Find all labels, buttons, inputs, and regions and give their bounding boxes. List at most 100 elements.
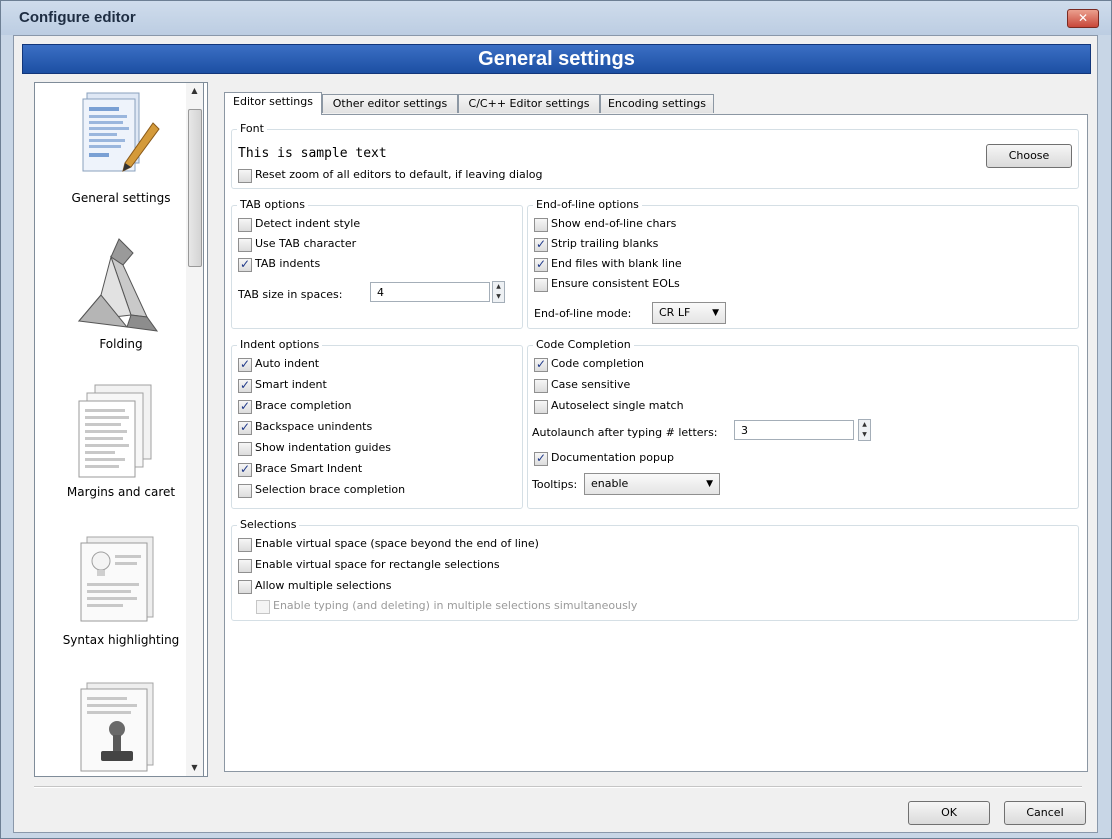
stamp-document-icon: [80, 682, 154, 772]
sidebar-item-label: General settings: [71, 191, 171, 205]
font-sample-text: This is sample text: [238, 146, 387, 161]
check-icon: ✓: [240, 462, 251, 476]
title-bar[interactable]: Configure editor ✕: [1, 1, 1111, 35]
check-icon: ✓: [536, 451, 547, 465]
dialog-client-area: General settings General settings Foldin…: [13, 35, 1098, 833]
tab-encoding-settings[interactable]: Encoding settings: [600, 94, 714, 113]
check-icon: ✓: [536, 237, 547, 251]
scroll-thumb[interactable]: [188, 109, 202, 267]
checkbox-label: Backspace unindents: [255, 420, 373, 433]
checkbox-box[interactable]: [238, 238, 252, 252]
page-title: General settings: [22, 44, 1091, 74]
checkbox-box[interactable]: [534, 278, 548, 292]
tab-cpp-editor-settings[interactable]: C/C++ Editor settings: [458, 94, 600, 113]
indent-options-group: Indent options ✓ Auto indent ✓ Smart ind…: [231, 338, 523, 509]
chevron-down-icon: ▼: [712, 308, 719, 318]
checkbox-label: Case sensitive: [551, 378, 631, 391]
autolaunch-stepper[interactable]: ▲ ▼: [858, 419, 871, 441]
group-title: Indent options: [237, 338, 323, 351]
spin-up-icon[interactable]: ▲: [493, 282, 504, 292]
checkbox-label: End files with blank line: [551, 257, 682, 270]
sidebar-item-margins-and-caret[interactable]: Margins and caret: [35, 381, 207, 527]
tab-editor-settings[interactable]: Editor settings: [224, 92, 322, 115]
scroll-down-icon[interactable]: ▼: [186, 760, 203, 776]
checkbox-box[interactable]: ✓: [238, 420, 252, 435]
checkbox-label: Brace completion: [255, 399, 352, 412]
checkbox-box[interactable]: [534, 400, 548, 414]
sidebar-item-general-settings[interactable]: General settings: [35, 85, 207, 231]
tooltips-label: Tooltips:: [532, 478, 578, 491]
checkbox-box[interactable]: [238, 580, 252, 594]
category-scrollbar[interactable]: ▲ ▼: [186, 82, 204, 777]
tab-size-stepper[interactable]: ▲ ▼: [492, 281, 505, 303]
checkbox-box[interactable]: [238, 442, 252, 456]
category-list[interactable]: General settings Folding Margins and car…: [34, 82, 208, 777]
checkbox-label: Auto indent: [255, 357, 320, 370]
close-icon: ✕: [1077, 11, 1089, 25]
checkbox-label: Enable typing (and deleting) in multiple…: [273, 599, 638, 612]
checkbox-box[interactable]: [238, 169, 252, 183]
eol-mode-select[interactable]: CR LF ▼: [652, 302, 726, 324]
checkbox-box[interactable]: [534, 218, 548, 232]
checkbox-box[interactable]: ✓: [238, 462, 252, 477]
code-completion-group: Code Completion ✓ Code completion Case s…: [527, 338, 1079, 509]
spin-up-icon[interactable]: ▲: [859, 420, 870, 430]
tab-size-input[interactable]: 4: [370, 282, 490, 302]
checkbox-box: [256, 600, 270, 614]
sidebar-item-syntax-highlighting[interactable]: Syntax highlighting: [35, 529, 207, 675]
checkbox-box[interactable]: ✓: [534, 357, 548, 372]
checkbox-box[interactable]: [534, 379, 548, 393]
checkbox-box[interactable]: ✓: [534, 257, 548, 272]
tab-other-editor-settings[interactable]: Other editor settings: [322, 94, 458, 113]
choose-font-button[interactable]: Choose: [986, 144, 1072, 168]
tooltips-select[interactable]: enable ▼: [584, 473, 720, 495]
checkbox-label: Ensure consistent EOLs: [551, 277, 680, 290]
sidebar-item-folding[interactable]: Folding: [35, 233, 207, 379]
checkbox-box[interactable]: [238, 559, 252, 573]
check-icon: ✓: [536, 357, 547, 371]
checkbox-label: Detect indent style: [255, 217, 361, 230]
autolaunch-input[interactable]: 3: [734, 420, 854, 440]
sidebar-item-stamp[interactable]: [35, 677, 207, 776]
checkbox-box[interactable]: [238, 218, 252, 232]
lightbulb-document-icon: [80, 536, 154, 622]
document-stack-icon: [78, 384, 152, 478]
check-icon: ✓: [240, 378, 251, 392]
document-pencil-icon: [82, 92, 160, 172]
checkbox-box[interactable]: [238, 484, 252, 498]
group-title: Font: [237, 122, 267, 135]
checkbox-box[interactable]: ✓: [238, 399, 252, 414]
checkbox-label: Use TAB character: [255, 237, 357, 250]
checkbox-label: TAB indents: [255, 257, 321, 270]
check-icon: ✓: [240, 399, 251, 413]
check-icon: ✓: [240, 257, 251, 271]
checkbox-box[interactable]: ✓: [238, 257, 252, 272]
checkbox-box[interactable]: ✓: [238, 357, 252, 372]
checkbox-box[interactable]: ✓: [534, 237, 548, 252]
sidebar-item-label: Folding: [99, 337, 143, 351]
spin-down-icon[interactable]: ▼: [859, 430, 870, 440]
checkbox-label: Code completion: [551, 357, 645, 370]
checkbox-label: Smart indent: [255, 378, 327, 391]
ok-button[interactable]: OK: [908, 801, 990, 825]
group-title: End-of-line options: [533, 198, 642, 211]
checkbox-label: Selection brace completion: [255, 483, 406, 496]
checkbox-box[interactable]: ✓: [534, 451, 548, 466]
window-title: Configure editor: [19, 9, 136, 26]
footer-divider: [34, 786, 1082, 788]
tab-size-label: TAB size in spaces:: [238, 288, 343, 301]
checkbox-box[interactable]: [238, 538, 252, 552]
checkbox-label: Show indentation guides: [255, 441, 392, 454]
check-icon: ✓: [240, 420, 251, 434]
eol-options-group: End-of-line options Show end-of-line cha…: [527, 198, 1079, 329]
close-button[interactable]: ✕: [1067, 9, 1099, 28]
checkbox-box[interactable]: ✓: [238, 378, 252, 393]
cancel-button[interactable]: Cancel: [1004, 801, 1086, 825]
checkbox-label: Documentation popup: [551, 451, 674, 464]
chevron-down-icon: ▼: [706, 479, 713, 489]
group-title: TAB options: [237, 198, 308, 211]
checkbox-label: Allow multiple selections: [255, 579, 392, 592]
scroll-up-icon[interactable]: ▲: [186, 83, 203, 99]
spin-down-icon[interactable]: ▼: [493, 292, 504, 302]
checkbox-label: Enable virtual space for rectangle selec…: [255, 558, 500, 571]
